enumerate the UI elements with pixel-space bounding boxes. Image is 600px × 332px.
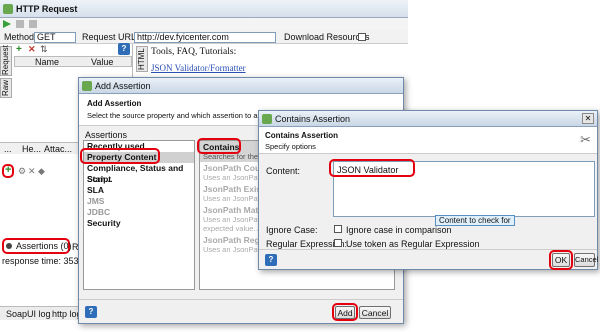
ignore-case-checkbox[interactable] <box>334 225 342 233</box>
validator-link[interactable]: JSON Validator/Formatter <box>151 63 246 73</box>
download-resources-checkbox[interactable] <box>358 33 366 41</box>
window-titlebar: HTTP Request <box>0 0 408 18</box>
tab-auth[interactable]: ... <box>4 144 12 154</box>
category-item[interactable]: Security <box>84 218 194 229</box>
property-content-highlight <box>80 148 160 164</box>
request-toolbar <box>0 18 408 30</box>
category-item[interactable]: Script <box>84 174 194 185</box>
contains-header: Contains Assertion Specify options ✂ <box>259 127 597 154</box>
category-item[interactable]: JDBC <box>84 207 194 218</box>
regex-option: Use token as Regular Expression <box>346 239 480 249</box>
category-item[interactable]: Compliance, Status and Stan... <box>84 163 194 184</box>
delete-assertion-icon[interactable]: ✕ <box>28 166 36 177</box>
contains-title: Contains Assertion <box>275 114 351 124</box>
help-icon[interactable]: ? <box>118 43 130 55</box>
request-bar: Method GET Request URL: http://dev.fyice… <box>0 30 408 44</box>
add-assertion-icon[interactable]: + <box>5 164 11 176</box>
vtab-raw[interactable]: Raw <box>0 78 12 98</box>
dialog-app-icon <box>262 114 272 124</box>
vtab-html[interactable]: HTML <box>136 46 148 72</box>
contains-footer: ? OK Cancel <box>259 249 598 270</box>
ignore-case-option: Ignore case in comparison <box>346 225 452 235</box>
tools-icon: ✂ <box>580 132 591 147</box>
tools-text: Tools, FAQ, Tutorials: <box>151 47 237 57</box>
assertions-tab-label: Assertions (0) <box>16 241 72 251</box>
regex-checkbox[interactable] <box>334 239 342 247</box>
col-name: Name <box>35 57 60 67</box>
stop-icon[interactable] <box>16 20 24 28</box>
vtab-request[interactable]: Request <box>0 45 12 76</box>
col-value: Value <box>91 57 114 67</box>
download-resources-label: Download Resources <box>284 32 370 42</box>
run-icon[interactable] <box>3 20 11 28</box>
help-icon[interactable]: ? <box>265 254 277 266</box>
close-icon[interactable]: ✕ <box>582 113 594 124</box>
add-assertion-header-title: Add Assertion <box>87 99 142 108</box>
ignore-case-label: Ignore Case: <box>266 225 318 235</box>
help-icon[interactable]: ? <box>85 306 97 318</box>
app-icon <box>3 4 13 14</box>
add-assertion-titlebar: Add Assertion <box>79 78 403 94</box>
url-input[interactable]: http://dev.fyicenter.com <box>134 32 276 43</box>
contains-titlebar: Contains Assertion ✕ <box>259 111 597 127</box>
contains-assertion-dialog: Contains Assertion ✕ Contains Assertion … <box>258 110 598 270</box>
move-icon[interactable]: ⇅ <box>40 44 48 55</box>
content-label: Content: <box>266 166 301 176</box>
url-label: Request URL: <box>82 32 139 42</box>
assertions-label: Assertions <box>85 130 128 140</box>
configure-assertion-icon[interactable]: ⚙ <box>18 166 26 177</box>
window-title: HTTP Request <box>16 4 78 14</box>
tab-attachments[interactable]: Attac... <box>44 144 72 154</box>
cancel-button[interactable]: Cancel <box>574 253 598 267</box>
category-item[interactable]: JMS <box>84 196 194 207</box>
cancel-button[interactable]: Cancel <box>359 306 391 319</box>
content-highlight <box>329 159 415 177</box>
tab-soapui-log[interactable]: SoapUI log <box>6 309 51 319</box>
assertions-tab[interactable]: Assertions (0) <box>6 241 72 252</box>
delete-icon[interactable]: ✕ <box>28 44 36 55</box>
method-label: Method <box>4 32 35 42</box>
category-item[interactable]: SLA <box>84 185 194 196</box>
add-button[interactable]: Add <box>335 306 355 319</box>
move-assertion-icon[interactable]: ◆ <box>38 166 45 177</box>
ok-button[interactable]: OK <box>552 253 570 267</box>
add-assertion-footer: ? Add Cancel <box>79 299 403 323</box>
params-table-header: Name Value <box>14 56 132 67</box>
dialog-app-icon <box>82 81 92 91</box>
contains-highlight <box>197 138 241 154</box>
plus-icon[interactable]: + <box>16 44 22 55</box>
contains-header-desc: Specify options <box>265 142 316 151</box>
params-toolbar: + ✕ ⇅ ? <box>14 43 132 55</box>
contains-header-title: Contains Assertion <box>265 131 339 140</box>
status-dot-icon <box>6 243 12 249</box>
add-assertion-title: Add Assertion <box>95 81 151 91</box>
method-select[interactable]: GET <box>34 32 76 43</box>
add-endpoint-icon[interactable] <box>29 20 37 28</box>
tab-headers[interactable]: He... <box>22 144 41 154</box>
